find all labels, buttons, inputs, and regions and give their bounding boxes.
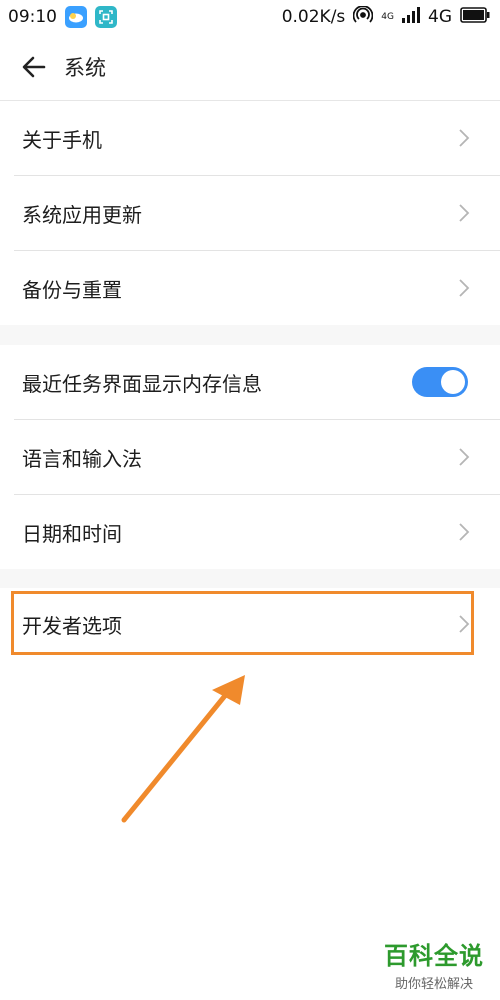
annotation-arrow: [121, 675, 245, 823]
watermark-subtitle: 助你轻松解决: [394, 977, 473, 992]
watermark-logo: 百科全说 助你轻松解决: [384, 936, 484, 992]
watermark-title: 百科全说: [384, 942, 484, 970]
